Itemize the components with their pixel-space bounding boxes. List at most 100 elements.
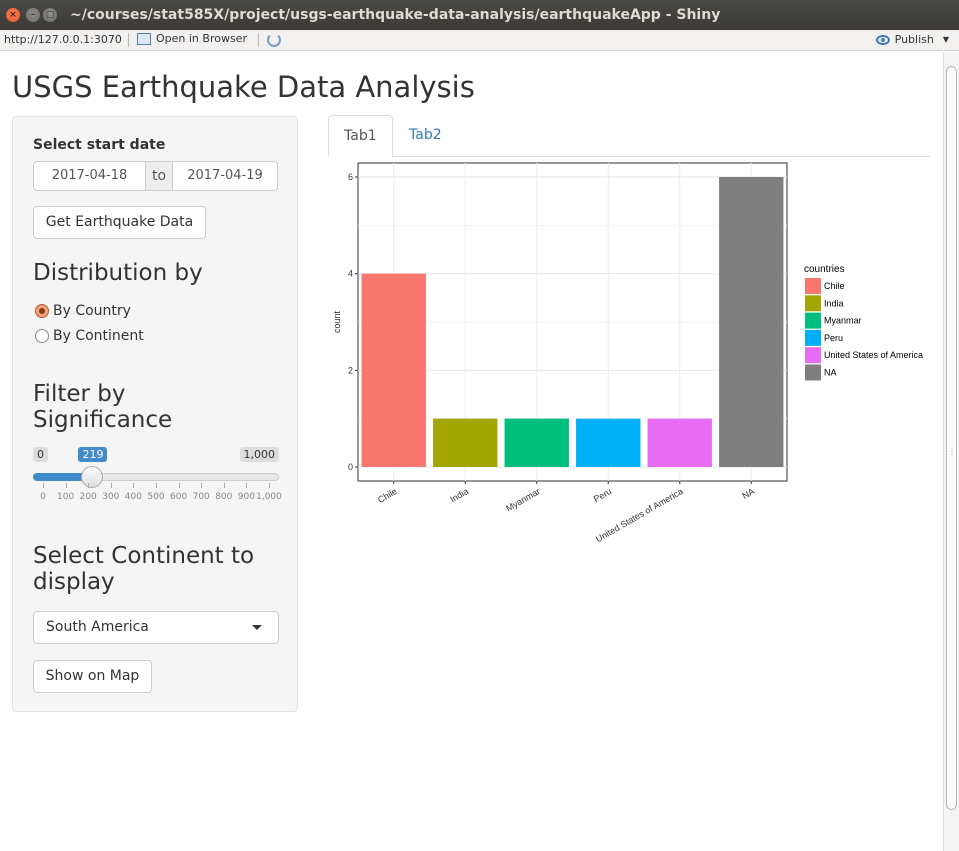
slider-tick-mark bbox=[201, 483, 203, 488]
slider-tick-mark bbox=[269, 483, 270, 488]
y-tick-label: 0 bbox=[348, 462, 353, 472]
continent-select-value: South America bbox=[46, 619, 149, 635]
continent-select[interactable]: South America bbox=[33, 611, 279, 644]
slider-tick-mark bbox=[43, 483, 44, 488]
bar-chart: 0 2 4 6 Chile India Myanmar Peru United States o… bbox=[328, 160, 928, 560]
bar-india bbox=[433, 418, 498, 467]
open-in-browser-button[interactable]: Open in Browser bbox=[137, 32, 247, 45]
legend-swatch bbox=[805, 295, 821, 312]
refresh-icon[interactable] bbox=[267, 33, 281, 47]
url-text[interactable]: http://127.0.0.1:3070 bbox=[4, 33, 122, 46]
date-range-separator: to bbox=[146, 161, 172, 191]
legend-label: Myanmar bbox=[824, 316, 862, 326]
legend-swatch bbox=[805, 329, 821, 346]
slider-tick-mark bbox=[223, 483, 225, 488]
y-tick-label: 2 bbox=[348, 365, 353, 375]
chevron-down-icon bbox=[252, 625, 262, 630]
publish-label: Publish bbox=[894, 33, 934, 46]
legend-label: Peru bbox=[824, 333, 843, 343]
slider-tick-mark bbox=[156, 483, 157, 488]
toolbar-separator bbox=[128, 33, 129, 47]
slider-tick-label: 800 bbox=[215, 492, 233, 502]
radio-selected-icon[interactable] bbox=[35, 304, 49, 318]
filter-heading: Filter by Significance bbox=[33, 381, 173, 433]
vertical-scrollbar[interactable]: ⋮ bbox=[943, 52, 959, 851]
bar-peru bbox=[576, 418, 641, 467]
slider-tick-mark bbox=[88, 483, 90, 488]
slider-tick-mark bbox=[65, 483, 67, 488]
sidebar-panel: Select start date 2017-04-18 to 2017-04-… bbox=[12, 116, 298, 712]
slider-tick-label: 300 bbox=[102, 492, 120, 502]
slider-tick-labels: 0 100 200 300 400 500 600 700 800 900 1,000 bbox=[33, 492, 282, 506]
date-range-input: 2017-04-18 to 2017-04-19 bbox=[33, 161, 278, 191]
radio-unselected-icon[interactable] bbox=[35, 329, 49, 343]
distribution-heading: Distribution by bbox=[33, 260, 203, 286]
slider-tick-label: 500 bbox=[147, 492, 165, 502]
tab-bar: Tab1 Tab2 bbox=[328, 115, 930, 157]
slider-max-label: 1,000 bbox=[239, 447, 279, 462]
show-on-map-button[interactable]: Show on Map bbox=[33, 660, 152, 693]
slider-tick-label: 100 bbox=[57, 492, 75, 502]
viewer-toolbar: http://127.0.0.1:3070 Open in Browser Pu… bbox=[0, 30, 959, 51]
toolbar-separator bbox=[258, 33, 259, 47]
legend-swatch bbox=[805, 347, 821, 364]
legend-label: India bbox=[824, 298, 844, 308]
scrollbar-grip-icon: ⋮ bbox=[948, 447, 956, 456]
slider-tick-label: 0 bbox=[40, 492, 46, 502]
slider-value-label: 219 bbox=[78, 447, 108, 462]
scrollbar-thumb[interactable] bbox=[946, 66, 957, 810]
page-title: USGS Earthquake Data Analysis bbox=[12, 70, 475, 104]
bar-chile bbox=[361, 273, 426, 467]
slider-handle[interactable] bbox=[81, 466, 104, 488]
legend-label: NA bbox=[824, 368, 837, 378]
slider-tick-mark bbox=[110, 483, 112, 488]
slider-tick-label: 700 bbox=[192, 492, 210, 502]
x-tick-label: Chile bbox=[376, 486, 399, 505]
y-tick-label: 6 bbox=[348, 172, 353, 182]
start-date-label: Select start date bbox=[33, 137, 166, 153]
continent-heading: Select Continent to display bbox=[33, 543, 255, 595]
legend-title: countries bbox=[804, 264, 845, 275]
radio-by-continent[interactable]: By Continent bbox=[35, 328, 144, 344]
open-in-browser-label: Open in Browser bbox=[156, 32, 247, 45]
window-maximize-button[interactable]: □ bbox=[43, 8, 57, 22]
tab-2[interactable]: Tab2 bbox=[394, 115, 457, 157]
slider-tick-label: 400 bbox=[124, 492, 142, 502]
x-tick-label: Peru bbox=[592, 486, 613, 504]
window-title: ~/courses/stat585X/project/usgs-earthqua… bbox=[70, 7, 721, 23]
start-date-field[interactable]: 2017-04-18 bbox=[33, 161, 146, 191]
y-tick-label: 4 bbox=[348, 269, 353, 279]
slider-tick-label: 1,000 bbox=[256, 492, 282, 502]
slider-tick-mark bbox=[133, 483, 135, 488]
legend-swatch bbox=[805, 278, 821, 294]
publish-button[interactable]: Publish ▼ bbox=[875, 33, 949, 46]
slider-tick-label: 600 bbox=[170, 492, 188, 502]
x-tick-label: NA bbox=[740, 486, 756, 501]
chart-svg: 0 2 4 6 Chile India Myanmar Peru United States o… bbox=[332, 162, 923, 544]
window-titlebar: × – □ ~/courses/stat585X/project/usgs-ea… bbox=[0, 0, 959, 30]
get-earthquake-data-button[interactable]: Get Earthquake Data bbox=[33, 206, 206, 239]
window-close-button[interactable]: × bbox=[6, 8, 20, 22]
publish-icon bbox=[875, 34, 890, 45]
radio-by-continent-label: By Continent bbox=[53, 328, 144, 344]
significance-slider[interactable]: 0 1,000 219 0 100 200 300 400 500 600 700 800 900… bbox=[33, 447, 282, 507]
browser-window-icon bbox=[137, 32, 151, 45]
radio-by-country-label: By Country bbox=[53, 303, 131, 319]
x-tick-label: India bbox=[448, 486, 470, 504]
slider-min-label: 0 bbox=[33, 447, 48, 462]
slider-tick-mark bbox=[246, 483, 248, 488]
legend-label: Chile bbox=[824, 281, 845, 291]
bar-united-states-of-america bbox=[647, 418, 712, 467]
chevron-down-icon: ▼ bbox=[942, 35, 949, 44]
x-tick-label: Myanmar bbox=[504, 486, 541, 513]
y-axis-label: count bbox=[332, 310, 342, 333]
bar-na bbox=[719, 177, 784, 467]
tab-1[interactable]: Tab1 bbox=[328, 115, 393, 157]
legend-swatch bbox=[805, 364, 821, 381]
legend-swatch bbox=[805, 312, 821, 329]
window-minimize-button[interactable]: – bbox=[26, 8, 40, 22]
end-date-field[interactable]: 2017-04-19 bbox=[172, 161, 278, 191]
slider-tick-label: 200 bbox=[79, 492, 97, 502]
bar-myanmar bbox=[504, 418, 569, 467]
radio-by-country[interactable]: By Country bbox=[35, 303, 131, 319]
